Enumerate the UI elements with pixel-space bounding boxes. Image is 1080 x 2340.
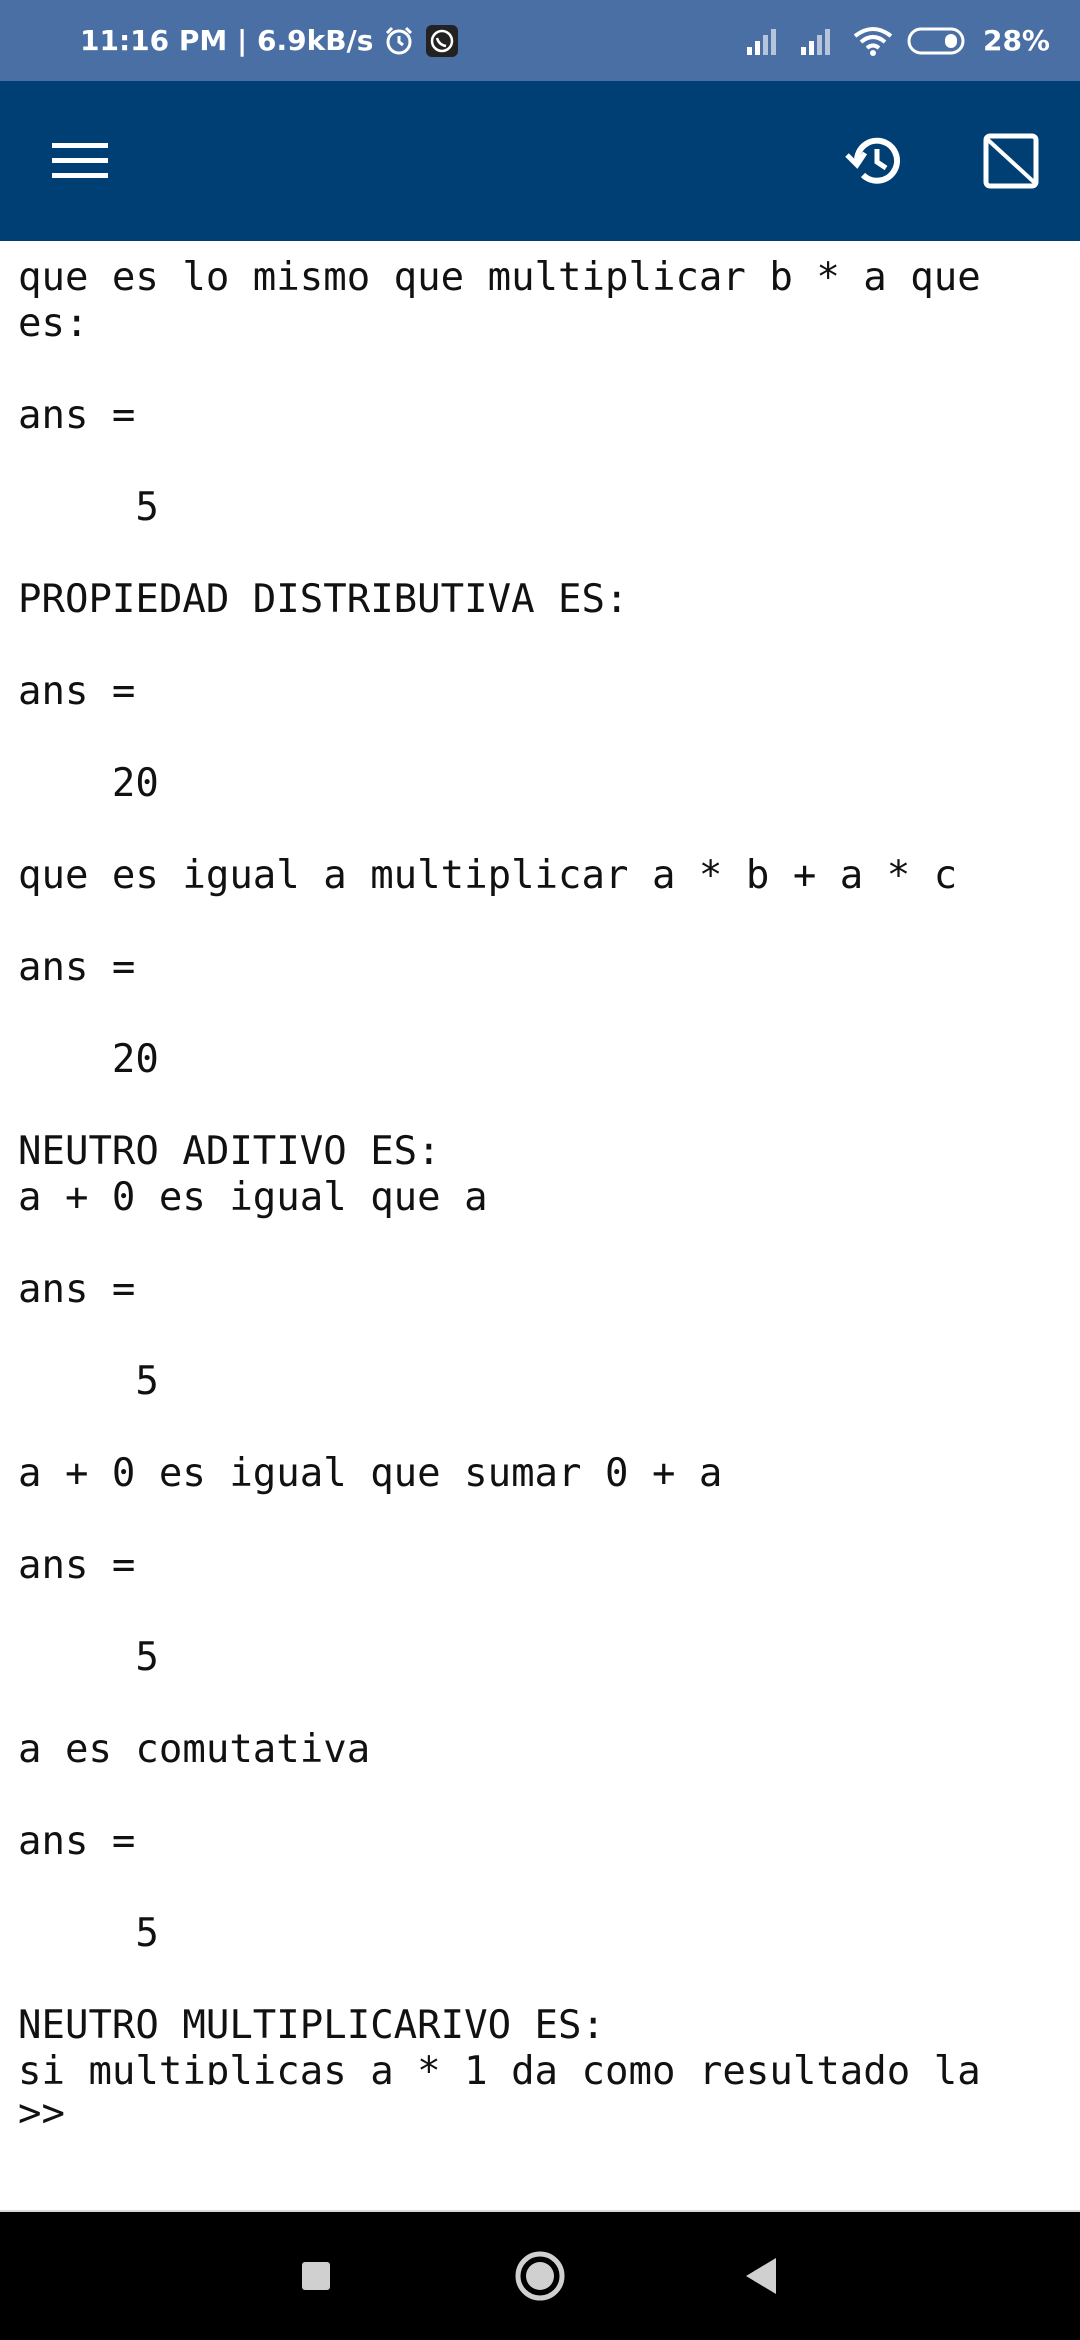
- alarm-icon: [383, 25, 415, 57]
- output-line: ans =: [18, 1819, 136, 1864]
- output-line: ans =: [18, 393, 136, 438]
- output-line: que es lo mismo que multiplicar b * a qu…: [18, 255, 981, 300]
- output-line: PROPIEDAD DISTRIBUTIVA ES:: [18, 577, 629, 622]
- status-left: 11:16 PM | 6.9kB/s: [80, 0, 459, 81]
- menu-icon[interactable]: [25, 81, 135, 241]
- output-line: a + 0 es igual que a: [18, 1175, 488, 1220]
- output-line: ans =: [18, 945, 136, 990]
- output-line: ans =: [18, 1267, 136, 1312]
- signal-icon: [745, 27, 785, 55]
- system-nav-bar: [0, 2212, 1080, 2340]
- output-line: 5: [18, 485, 159, 530]
- output-line: 20: [18, 761, 159, 806]
- command-prompt[interactable]: >>: [0, 2085, 1080, 2210]
- output-line: NEUTRO ADITIVO ES:: [18, 1129, 441, 1174]
- output-line: es:: [18, 301, 89, 346]
- history-icon[interactable]: [820, 81, 930, 241]
- battery-icon: [907, 26, 969, 56]
- output-line: 20: [18, 1037, 159, 1082]
- plot-icon[interactable]: [956, 81, 1066, 241]
- output-line: ans =: [18, 1543, 136, 1588]
- whatsapp-icon: [425, 24, 459, 58]
- status-right: 28%: [745, 0, 1050, 81]
- recents-icon[interactable]: [256, 2212, 376, 2340]
- battery-percent: 28%: [982, 24, 1050, 57]
- output-line: a es comutativa: [18, 1727, 371, 1772]
- output-line: 5: [18, 1635, 159, 1680]
- output-line: ans =: [18, 669, 136, 714]
- status-time-speed: 11:16 PM | 6.9kB/s: [80, 24, 374, 57]
- back-icon[interactable]: [700, 2212, 820, 2340]
- output-line: 5: [18, 1911, 159, 1956]
- output-line: 5: [18, 1359, 159, 1404]
- command-window-output: que es lo mismo que multiplicar b * a qu…: [0, 241, 1080, 2085]
- output-line: NEUTRO MULTIPLICARIVO ES:: [18, 2003, 605, 2048]
- output-line: que es igual a multiplicar a * b + a * c: [18, 853, 958, 898]
- signal-icon: [799, 27, 839, 55]
- app-toolbar: [0, 81, 1080, 241]
- prompt-symbol: >>: [18, 2091, 65, 2136]
- wifi-icon: [853, 26, 893, 56]
- output-line: a + 0 es igual que sumar 0 + a: [18, 1451, 723, 1496]
- status-bar: 11:16 PM | 6.9kB/s 28%: [0, 0, 1080, 81]
- home-icon[interactable]: [480, 2212, 600, 2340]
- output-line: si multiplicas a * 1 da como resultado l…: [18, 2049, 981, 2085]
